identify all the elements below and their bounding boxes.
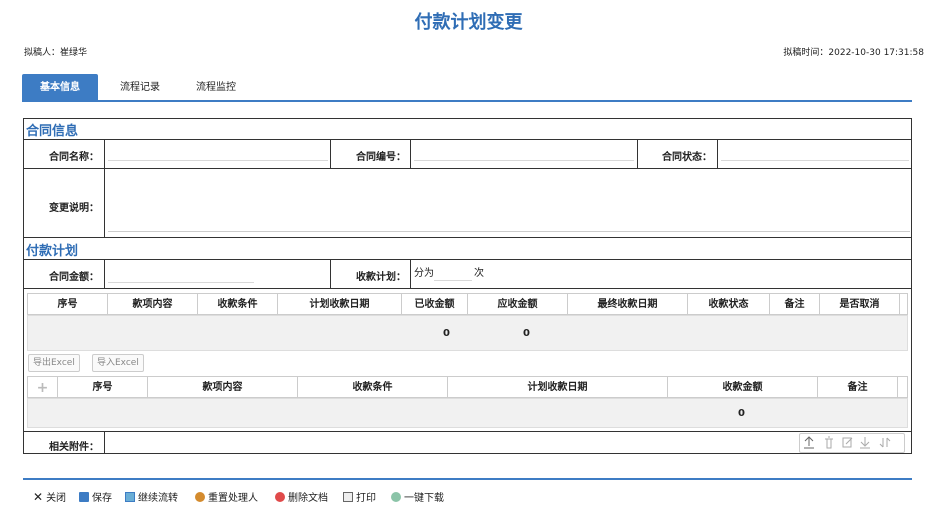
divider [24,168,911,169]
trash-icon [825,436,833,449]
close-button[interactable]: ✕ 关闭 [33,489,67,505]
download-label: 一键下载 [404,493,444,504]
grid1-col-final-date[interactable]: 最终收款日期 [568,294,688,316]
grid1-summary-row: 0 0 [27,315,908,351]
change-desc-textarea[interactable] [108,172,910,232]
divider [717,139,718,168]
grid1-col-receivable[interactable]: 应收金额 [468,294,568,316]
sort-icon [879,437,891,448]
divider [24,259,911,260]
save-icon [79,491,89,502]
grid2-col-plan-date[interactable]: 计划收款日期 [448,377,668,399]
grid1-col-condition[interactable]: 收款条件 [198,294,278,316]
upload-icon [804,436,814,449]
reset-user-icon [195,491,205,502]
bottom-action-bar: ✕ 关闭 保存 继续流转 重置处理人 删除文档 打印 一键下载 [23,478,912,511]
grid2-amount-total: 0 [738,408,745,419]
tab-process-monitor[interactable]: 流程监控 [186,74,246,102]
page-title: 付款计划变更 [414,12,523,33]
divider [410,139,411,168]
contract-section-title: 合同信息 [26,124,79,139]
divider [104,139,105,168]
grid2-col-content[interactable]: 款项内容 [148,377,298,399]
print-label: 打印 [356,493,376,504]
edit-icon [842,437,853,448]
grid2-col-index[interactable]: 序号 [58,377,148,399]
grid1-receivable-total: 0 [523,328,530,339]
contract-status-input[interactable] [721,147,909,161]
tab-bar: 基本信息 流程记录 流程监控 [22,72,912,102]
grid1-col-plan-date[interactable]: 计划收款日期 [278,294,402,316]
divider [637,139,638,168]
add-row-icon[interactable]: + [28,377,58,399]
grid1-col-status[interactable]: 收款状态 [688,294,770,316]
grid1-col-remark[interactable]: 备注 [770,294,820,316]
forward-button[interactable]: 继续流转 [125,489,178,504]
contract-status-label: 合同状态： [662,152,712,163]
divider [330,139,331,168]
plan-suffix: 次 [474,268,484,279]
print-button[interactable]: 打印 [343,489,376,504]
drafter-info: 拟稿人：崔绿华 [24,48,88,58]
payment-plan-label: 收款计划： [356,272,406,283]
forward-icon [125,491,135,502]
import-excel-button[interactable]: 导入Excel [92,354,144,372]
reset-handler-button[interactable]: 重置处理人 [195,489,258,504]
download-icon [860,437,870,449]
contract-amount-input[interactable] [108,269,254,283]
grid1-col-cancelled[interactable]: 是否取消 [820,294,900,316]
tab-basic-info[interactable]: 基本信息 [22,74,98,102]
grid2-col-condition[interactable]: 收款条件 [298,377,448,399]
download-icon [391,491,401,502]
divider [330,259,331,288]
save-label: 保存 [92,493,112,504]
divider [24,237,911,238]
export-excel-button[interactable]: 导出Excel [28,354,80,372]
divider [24,288,911,289]
print-icon [343,491,353,502]
grid2-header: + 序号 款项内容 收款条件 计划收款日期 收款金额 备注 [27,376,908,399]
forward-label: 继续流转 [138,493,178,504]
contract-name-input[interactable] [108,147,328,161]
tab-process-record[interactable]: 流程记录 [110,74,170,102]
plan-count-input[interactable] [434,267,472,281]
delete-icon [275,491,285,502]
divider [104,259,105,288]
attachment-toolbar [799,433,905,453]
reset-handler-label: 重置处理人 [208,493,258,504]
grid1-received-total: 0 [443,328,450,339]
draft-time-info: 拟稿时间：2022-10-30 17:31:58 [783,48,924,58]
grid1-col-content[interactable]: 款项内容 [108,294,198,316]
attachments-label: 相关附件： [49,442,99,453]
form-container: 合同信息 合同名称： 合同编号： 合同状态： 变更说明： 付款计划 合同金额： … [23,118,912,454]
delete-doc-button[interactable]: 删除文档 [275,489,328,504]
grid2-col-remark[interactable]: 备注 [818,377,898,399]
one-click-download-button[interactable]: 一键下载 [391,489,444,504]
divider [104,431,105,454]
attachment-tool-icons[interactable] [800,434,906,452]
close-icon: ✕ [33,489,44,504]
contract-number-input[interactable] [414,147,634,161]
grid2-col-amount[interactable]: 收款金额 [668,377,818,399]
save-button[interactable]: 保存 [79,489,112,504]
grid1-col-index[interactable]: 序号 [28,294,108,316]
delete-doc-label: 删除文档 [288,493,328,504]
change-desc-label: 变更说明： [49,203,99,214]
grid1-header: 序号 款项内容 收款条件 计划收款日期 已收金额 应收金额 最终收款日期 收款状… [27,293,908,316]
contract-amount-label: 合同金额： [49,272,99,283]
divider [410,259,411,288]
divider [24,431,911,432]
contract-number-label: 合同编号： [356,152,406,163]
divider [104,168,105,237]
payment-section-title: 付款计划 [26,244,79,259]
contract-name-label: 合同名称： [49,152,99,163]
plan-prefix: 分为 [414,268,434,279]
close-label: 关闭 [46,493,67,504]
grid1-col-received[interactable]: 已收金额 [402,294,468,316]
grid2-summary-row: 0 [27,398,908,428]
divider [24,139,911,140]
